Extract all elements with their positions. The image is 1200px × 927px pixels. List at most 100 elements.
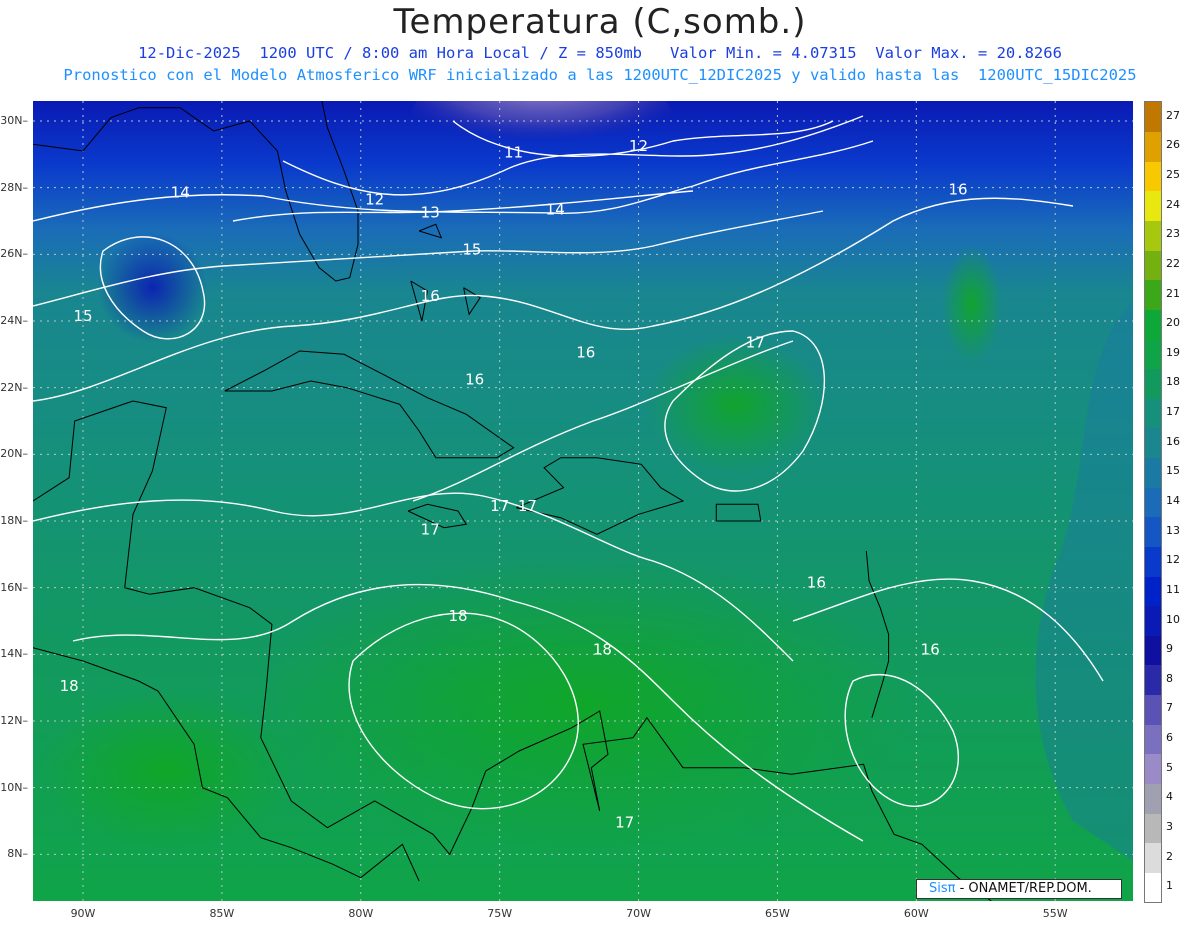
contour-label: 17: [421, 520, 440, 538]
color-scale-label: 10: [1166, 612, 1180, 626]
color-scale-cell: [1145, 487, 1161, 518]
latitude-label: 16N–: [0, 580, 28, 594]
latitude-label: 24N–: [0, 314, 28, 327]
color-scale-label: 11: [1166, 582, 1180, 596]
latitude-label: 18N–: [0, 514, 28, 527]
latitude-label: 20N–: [0, 447, 28, 461]
color-scale-cell: [1145, 102, 1161, 133]
contour-label: 16: [807, 574, 826, 592]
color-scale-label: 12: [1166, 553, 1180, 567]
contour-label: 13: [421, 204, 440, 222]
color-scale-cell: [1145, 635, 1161, 666]
latitude-label: 8N–: [7, 847, 28, 861]
latitude-label: 14N–: [0, 647, 28, 661]
color-scale-label: 22: [1166, 256, 1180, 270]
contour-label: 18: [60, 677, 79, 695]
color-scale-label: 4: [1166, 790, 1173, 804]
color-scale-cell: [1145, 842, 1161, 873]
temperature-map[interactable]: 11 12 12 13 14 14 15 15 16 16 16 16 16 16 17 17 17 17 17 18…: [32, 69, 1133, 902]
color-scale-label: 25: [1166, 168, 1180, 182]
color-scale-label: 17: [1166, 405, 1180, 419]
valid-time-line: 12-Dic-2025 1200 UTC / 8:00 am Hora Loca…: [138, 44, 1062, 62]
contour-label: 17: [615, 814, 634, 832]
contour-label: 11: [504, 144, 523, 162]
color-scale-label: 18: [1166, 375, 1180, 389]
color-scale-label: 27: [1166, 108, 1180, 122]
color-scale-cell: [1145, 190, 1161, 221]
color-scale-cell: [1145, 694, 1161, 725]
map-canvas: 11 12 12 13 14 14 15 15 16 16 16 16 16 16 17 17 17 17 17 18…: [32, 69, 1133, 902]
contour-label: 17: [746, 334, 765, 352]
chart-title: Temperatura (C,somb.): [393, 2, 807, 42]
color-scale-label: 5: [1166, 760, 1173, 774]
color-scale-cell: [1145, 605, 1161, 636]
color-scale-label: 6: [1166, 731, 1173, 745]
latitude-label: 30N–: [0, 114, 28, 127]
color-scale-label: 24: [1166, 197, 1180, 211]
longitude-label: 65W: [765, 907, 790, 920]
color-scale-label: 23: [1166, 227, 1180, 241]
color-scale-cell: [1145, 279, 1161, 310]
latitude-label: 10N–: [0, 780, 28, 794]
color-scale-label: 7: [1166, 701, 1173, 715]
color-scale-label: 20: [1166, 316, 1180, 330]
color-scale-cell: [1145, 457, 1161, 488]
color-scale-cell: [1145, 131, 1161, 162]
color-scale-cell: [1145, 161, 1161, 192]
color-scale-label: 19: [1166, 345, 1180, 359]
color-scale-label: 14: [1166, 494, 1180, 507]
color-scale-label: 1: [1166, 879, 1173, 893]
color-scale-cell: [1145, 398, 1161, 429]
color-scale-cell: [1145, 813, 1161, 844]
color-scale-cell: [1145, 250, 1161, 281]
color-scale-label: 21: [1166, 286, 1180, 300]
color-scale-cell: [1145, 220, 1161, 251]
color-scale-cell: [1145, 783, 1161, 814]
color-scale-cell: [1145, 753, 1161, 784]
warm-streak-east: [941, 244, 1002, 365]
cold-core-gulf: [97, 232, 208, 343]
color-scale-label: 3: [1166, 819, 1173, 833]
color-scale-label: 13: [1166, 523, 1180, 537]
latitude-label: 28N–: [0, 180, 28, 194]
contour-label: 15: [462, 240, 481, 258]
color-scale-cell: [1145, 576, 1161, 607]
contour-label: 18: [593, 640, 612, 658]
color-scale-label: 16: [1166, 434, 1180, 448]
color-scale-cell: [1145, 339, 1161, 370]
contour-label: 16: [576, 344, 595, 362]
color-scale: [1144, 101, 1162, 903]
contour-label: 15: [73, 307, 92, 325]
color-scale-cell: [1145, 368, 1161, 399]
color-scale-label: 2: [1166, 849, 1173, 863]
contour-label: 14: [546, 200, 565, 218]
contour-label: 12: [629, 137, 648, 155]
brand-logo: Sisπ: [929, 881, 956, 896]
contour-label: 17: [518, 497, 537, 515]
latitude-label: 26N–: [0, 247, 28, 261]
longitude-label: 70W: [626, 907, 651, 920]
latitude-label: 12N–: [0, 714, 28, 727]
color-scale-label: 9: [1166, 642, 1173, 656]
contour-label: 14: [171, 184, 190, 202]
contour-label: 16: [921, 640, 940, 658]
contour-label: 17: [490, 497, 509, 515]
contour-label: 12: [365, 190, 384, 208]
color-scale-cell: [1145, 546, 1161, 577]
color-scale-cell: [1145, 872, 1161, 903]
color-scale-cell: [1145, 724, 1161, 755]
longitude-label: 75W: [487, 907, 513, 920]
color-scale-cell: [1145, 309, 1161, 340]
contour-label: 16: [465, 370, 484, 388]
longitude-label: 90W: [70, 907, 96, 920]
longitude-label: 55W: [1042, 907, 1068, 920]
contour-label: 18: [448, 607, 467, 625]
contour-label: 16: [948, 180, 967, 198]
warm-area-central-america: [36, 691, 297, 851]
credit-box: Sisπ - ONAMET/REP.DOM.: [916, 879, 1122, 899]
color-scale-label: 8: [1166, 671, 1173, 685]
color-scale-cell: [1145, 427, 1161, 459]
longitude-label: 85W: [209, 907, 235, 920]
color-scale-label: 15: [1166, 464, 1180, 478]
color-scale-cell: [1145, 516, 1161, 547]
